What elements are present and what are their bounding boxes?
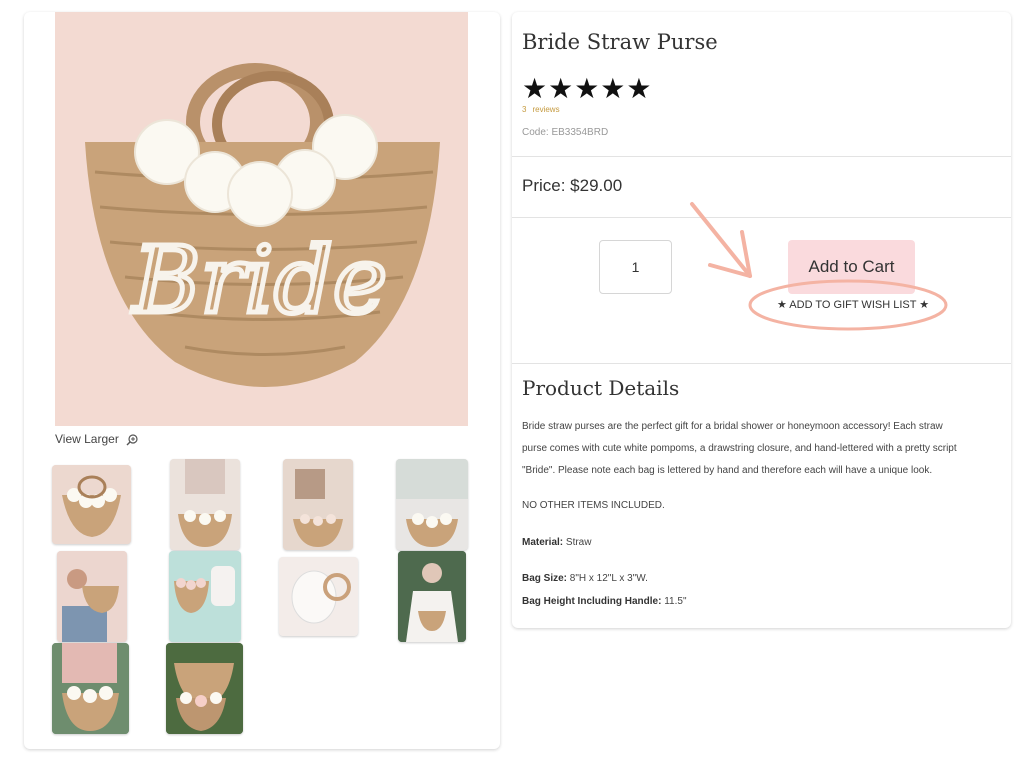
reviews-link[interactable]: 3 reviews — [522, 105, 560, 114]
product-code: Code: EB3354BRD — [522, 127, 609, 138]
divider — [512, 217, 1011, 218]
view-larger-link[interactable]: View Larger — [55, 432, 138, 446]
material-value: Straw — [563, 537, 592, 548]
thumbnail-8[interactable] — [398, 551, 466, 642]
bag-size-spec: Bag Size: 8"H x 12"L x 3"W. — [522, 573, 648, 584]
bag-size-value: 8"H x 12"L x 3"W. — [567, 573, 648, 584]
rating-stars: ★★★★★ — [522, 72, 653, 105]
divider — [512, 156, 1011, 157]
thumbnail-5[interactable] — [57, 551, 127, 642]
bag-height-spec: Bag Height Including Handle: 11.5" — [522, 596, 687, 607]
description-line: "Bride". Please note each bag is lettere… — [522, 465, 933, 476]
bride-lettering: Bride — [131, 227, 387, 334]
product-title: Bride Straw Purse — [522, 30, 718, 54]
product-price: Price: $29.00 — [522, 176, 623, 195]
main-product-image[interactable]: Bride — [55, 12, 468, 426]
view-larger-label[interactable]: View Larger — [55, 432, 119, 446]
product-info-card: Bride Straw Purse ★★★★★ 3 reviews Code: E… — [512, 12, 1011, 628]
bag-size-label: Bag Size: — [522, 573, 568, 584]
bag-height-value: 11.5" — [661, 596, 687, 607]
thumbnail-9[interactable] — [52, 643, 129, 734]
bag-height-label: Bag Height Including Handle: — [522, 596, 662, 607]
thumbnail-4[interactable] — [396, 459, 468, 550]
product-details-heading: Product Details — [522, 376, 680, 400]
no-other-items-note: NO OTHER ITEMS INCLUDED. — [522, 500, 665, 511]
material-spec: Material: Straw — [522, 537, 591, 548]
thumbnail-3[interactable] — [283, 459, 353, 550]
reviews-label[interactable]: reviews — [532, 105, 559, 114]
divider — [512, 363, 1011, 364]
add-to-cart-button[interactable]: Add to Cart — [788, 240, 915, 294]
thumbnail-2[interactable] — [170, 459, 240, 550]
product-description: Bride straw purses are the perfect gift … — [522, 416, 1002, 482]
thumbnail-10[interactable] — [166, 643, 243, 734]
quantity-input[interactable] — [599, 240, 672, 294]
thumbnail-6[interactable] — [169, 551, 241, 642]
material-label: Material: — [522, 537, 564, 548]
thumbnail-1[interactable] — [52, 465, 131, 544]
add-to-wishlist-link[interactable]: ★ ADD TO GIFT WISH LIST ★ — [777, 298, 929, 311]
reviews-count[interactable]: 3 — [522, 105, 526, 114]
thumbnail-7[interactable] — [279, 557, 358, 636]
description-line: purse comes with cute white pompoms, a d… — [522, 443, 957, 454]
zoom-icon — [126, 434, 138, 446]
description-line: Bride straw purses are the perfect gift … — [522, 421, 943, 432]
